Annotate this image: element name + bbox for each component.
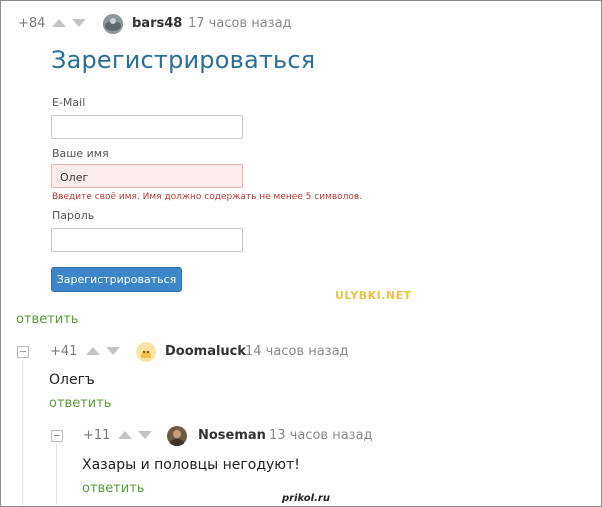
email-field[interactable]: [51, 115, 243, 139]
upvote-icon[interactable]: [86, 347, 100, 355]
name-field[interactable]: Олег: [51, 164, 243, 188]
collapse-thread-icon[interactable]: [51, 430, 63, 442]
password-label: Пароль: [52, 209, 95, 222]
user-avatar-icon[interactable]: [136, 342, 156, 362]
reply-link[interactable]: ответить: [16, 312, 78, 327]
comment-rating: +84: [18, 16, 46, 31]
downvote-icon[interactable]: [138, 431, 152, 439]
comment-timestamp: 14 часов назад: [245, 344, 349, 359]
form-title: Зарегистрироваться: [51, 46, 316, 74]
comment-username[interactable]: Doomaluck: [165, 344, 246, 359]
collapse-thread-icon[interactable]: [17, 346, 29, 358]
comment-username[interactable]: bars48: [132, 16, 182, 31]
user-avatar-icon[interactable]: [167, 426, 187, 446]
downvote-icon[interactable]: [106, 347, 120, 355]
comment-text: Хазары и половцы негодуют!: [82, 457, 300, 473]
comment-rating: +41: [50, 344, 78, 359]
reply-link[interactable]: ответить: [82, 481, 144, 496]
downvote-icon[interactable]: [72, 19, 86, 27]
reply-link[interactable]: ответить: [49, 396, 111, 411]
email-label: E-Mail: [52, 96, 86, 109]
thread-line: [22, 360, 23, 505]
comment-username[interactable]: Noseman: [198, 428, 266, 443]
upvote-icon[interactable]: [118, 431, 132, 439]
user-avatar-icon[interactable]: [103, 14, 123, 34]
name-error-message: Введите своё имя. Имя должно содержать н…: [52, 192, 363, 202]
upvote-icon[interactable]: [52, 19, 66, 27]
register-button[interactable]: Зарегистрироваться: [51, 267, 182, 292]
watermark: ULYBKI.NET: [335, 289, 412, 302]
comment-timestamp: 13 часов назад: [269, 428, 373, 443]
comment-timestamp: 17 часов назад: [188, 16, 292, 31]
site-watermark: prikol.ru: [282, 493, 330, 504]
password-field[interactable]: [51, 228, 243, 252]
embedded-form-image: Зарегистрироваться E-Mail Ваше имя Олег …: [40, 36, 420, 308]
thread-line: [56, 444, 57, 505]
comment-rating: +11: [83, 428, 111, 443]
comment-text: Олегъ: [49, 372, 95, 388]
name-label: Ваше имя: [52, 147, 109, 160]
